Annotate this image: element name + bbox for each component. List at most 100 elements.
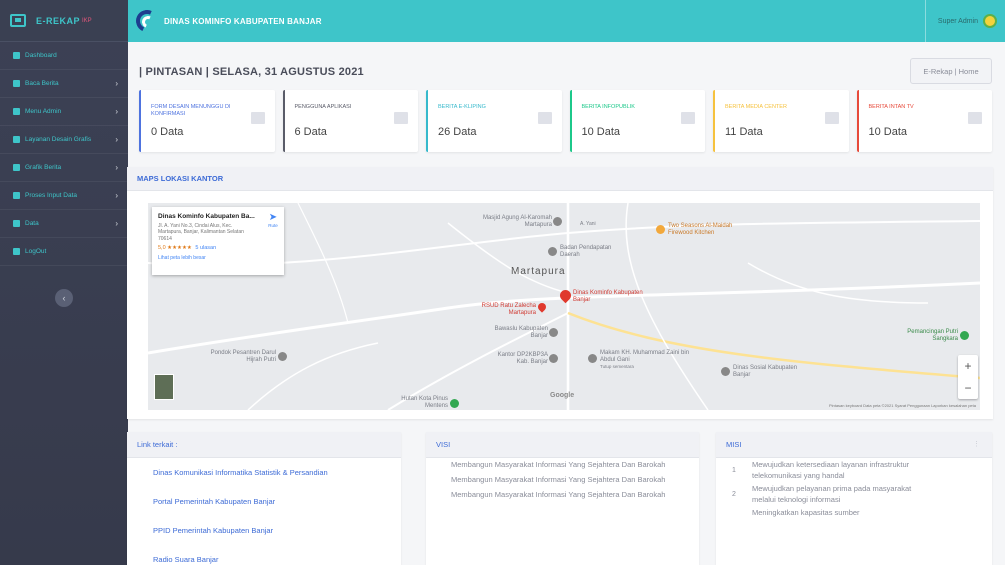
zoom-in-button[interactable]: + bbox=[958, 355, 978, 377]
map-pin-icon[interactable] bbox=[553, 217, 562, 226]
google-logo: Google bbox=[550, 392, 575, 399]
place-title: Dinas Kominfo Kabupaten Ba... bbox=[158, 213, 255, 220]
sidebar-item-grafik-berita[interactable]: Grafik Berita › bbox=[0, 154, 128, 182]
zoom-control: + − bbox=[958, 355, 978, 399]
exchange-icon bbox=[13, 192, 20, 199]
misi-number: 2 bbox=[732, 491, 736, 499]
sidebar-item-layanan-desain[interactable]: Layanan Desain Grafis › bbox=[0, 126, 128, 154]
makam-name: Makam KH. Muhammad Zaini bin Abdul Gani bbox=[600, 350, 690, 364]
link-item[interactable]: Dinas Komunikasi Informatika Statistik &… bbox=[127, 458, 401, 487]
stat-card-label: BERITA MEDIA CENTER bbox=[725, 104, 787, 110]
book-open-icon bbox=[537, 112, 552, 124]
chevron-right-icon: › bbox=[115, 107, 118, 116]
sidebar-item-menu-admin[interactable]: Menu Admin › bbox=[0, 98, 128, 126]
map-label-dinsos: Dinas Sosial Kabupaten Banjar bbox=[733, 365, 798, 379]
map-road-label: A. Yani bbox=[580, 221, 596, 227]
link-item[interactable]: PPID Pemerintah Kabupaten Banjar bbox=[127, 516, 401, 545]
link-item[interactable]: Portal Pemerintah Kabupaten Banjar bbox=[127, 487, 401, 516]
stat-card-media-center[interactable]: BERITA MEDIA CENTER 11 Data bbox=[713, 90, 849, 152]
bar-chart-icon bbox=[13, 164, 20, 171]
avatar bbox=[983, 14, 997, 28]
zoom-out-button[interactable]: − bbox=[958, 377, 978, 399]
links-list: Dinas Komunikasi Informatika Statistik &… bbox=[127, 458, 401, 565]
image-icon bbox=[13, 136, 20, 143]
route-button[interactable]: ➤ Rute bbox=[268, 213, 278, 229]
breadcrumb[interactable]: E-Rekap | Home bbox=[910, 58, 992, 84]
page-title: | PINTASAN | SELASA, 31 AGUSTUS 2021 bbox=[139, 66, 364, 78]
map-pin-icon[interactable] bbox=[588, 354, 597, 363]
folder-icon bbox=[13, 220, 20, 227]
stat-cards: FORM DESAIN MENUNGGU DI KONFIRMASI 0 Dat… bbox=[139, 90, 992, 152]
stat-card-value: 0 Data bbox=[151, 126, 184, 138]
stat-card-infopublik[interactable]: BERITA INFOPUBLIK 10 Data bbox=[569, 90, 705, 152]
map-pin-icon[interactable] bbox=[278, 352, 287, 361]
book-icon bbox=[13, 80, 20, 87]
book-open-icon bbox=[824, 112, 839, 124]
book-open-icon bbox=[681, 112, 695, 124]
sidebar-item-label: Proses Input Data bbox=[25, 192, 78, 199]
map-pin-icon[interactable] bbox=[549, 328, 558, 337]
map-pin-icon[interactable] bbox=[549, 354, 558, 363]
place-rating: 5,0 ★★★★★ 5 ulasan bbox=[158, 245, 278, 251]
book-open-icon bbox=[968, 112, 982, 124]
park-pin-icon[interactable] bbox=[960, 331, 969, 340]
misi-item: 1 Mewujudkan ketersediaan layanan infras… bbox=[716, 458, 992, 482]
user-name: Super Admin bbox=[937, 17, 978, 25]
dashboard-icon bbox=[13, 52, 20, 59]
sidebar-item-dashboard[interactable]: Dashboard bbox=[0, 42, 128, 70]
links-panel: Link terkait : Dinas Komunikasi Informat… bbox=[127, 432, 401, 565]
map-label-pondok: Pondok Pesantren Darul Hijrah Putri bbox=[210, 350, 276, 364]
stat-card-pengguna[interactable]: PENGGUNA APLIKASI 6 Data bbox=[282, 90, 418, 152]
brand-sup: IKP bbox=[82, 17, 92, 24]
restaurant-pin-icon[interactable] bbox=[656, 225, 665, 234]
stat-card-label: PENGGUNA APLIKASI bbox=[294, 104, 352, 110]
sidebar: E-REKAP IKP Dashboard Baca Berita › Menu… bbox=[0, 0, 128, 565]
sidebar-item-proses-input[interactable]: Proses Input Data › bbox=[0, 182, 128, 210]
map-pin-icon[interactable] bbox=[548, 247, 557, 256]
route-label: Rute bbox=[268, 223, 278, 228]
sidebar-item-label: LogOut bbox=[25, 248, 47, 255]
satellite-toggle[interactable] bbox=[154, 374, 174, 400]
stat-card-label: BERITA INTAN TV bbox=[868, 104, 914, 110]
map-pin-icon[interactable] bbox=[721, 367, 730, 376]
misi-panel: MISI ⋮ 1 Mewujudkan ketersediaan layanan… bbox=[716, 432, 992, 565]
stat-card-intan-tv[interactable]: BERITA INTAN TV 10 Data bbox=[856, 90, 992, 152]
topbar: DINAS KOMINFO KABUPATEN BANJAR Super Adm… bbox=[128, 0, 1005, 42]
rating-stars: 5,0 ★★★★★ bbox=[158, 244, 192, 251]
chevron-right-icon: › bbox=[115, 163, 118, 172]
google-map[interactable]: Dinas Kominfo Kabupaten Ba... Jl. A. Yan… bbox=[148, 203, 980, 410]
chevron-right-icon: › bbox=[115, 79, 118, 88]
map-label-kantor: Kantor DP2KBP3A Kab. Banjar bbox=[497, 352, 548, 366]
brand[interactable]: E-REKAP IKP bbox=[0, 0, 128, 42]
sidebar-item-label: Dashboard bbox=[25, 52, 57, 59]
stat-card-label: BERITA E-KLIPING bbox=[438, 104, 486, 110]
sidebar-item-baca-berita[interactable]: Baca Berita › bbox=[0, 70, 128, 98]
map-label-rsud: RSUD Ratu Zalecha Martapura bbox=[481, 303, 536, 317]
chevron-right-icon: › bbox=[115, 135, 118, 144]
link-item[interactable]: Radio Suara Banjar bbox=[127, 545, 401, 565]
stat-card-value: 6 Data bbox=[294, 126, 327, 138]
misi-number: 1 bbox=[732, 467, 736, 475]
map-label-kominfo: Dinas Kominfo Kabupaten Banjar bbox=[573, 290, 643, 304]
sidebar-toggle-button[interactable]: ‹ bbox=[55, 289, 73, 307]
sidebar-item-label: Data bbox=[25, 220, 39, 227]
org-title: DINAS KOMINFO KABUPATEN BANJAR bbox=[164, 16, 322, 26]
sidebar-item-data[interactable]: Data › bbox=[0, 210, 128, 238]
reviews-link[interactable]: 5 ulasan bbox=[195, 245, 216, 251]
stat-card-value: 10 Data bbox=[581, 126, 621, 138]
visi-item: Membangun Masyarakat Informasi Yang Seja… bbox=[451, 460, 666, 469]
misi-text: Mewujudkan ketersediaan layanan infrastr… bbox=[752, 460, 910, 480]
user-menu[interactable]: Super Admin bbox=[924, 0, 1005, 42]
map-label-city: Martapura bbox=[511, 266, 566, 277]
sidebar-item-label: Grafik Berita bbox=[25, 164, 62, 171]
map-attribution[interactable]: Pintasan keyboard Data peta ©2021 Syarat… bbox=[829, 403, 976, 408]
more-dots-icon[interactable]: ⋮ bbox=[973, 440, 980, 448]
stat-card-e-kliping[interactable]: BERITA E-KLIPING 26 Data bbox=[426, 90, 562, 152]
users-icon bbox=[394, 112, 408, 124]
stat-card-value: 10 Data bbox=[868, 126, 908, 138]
park-pin-icon[interactable] bbox=[450, 399, 459, 408]
stat-card-form-desain[interactable]: FORM DESAIN MENUNGGU DI KONFIRMASI 0 Dat… bbox=[139, 90, 275, 152]
sidebar-item-logout[interactable]: LogOut bbox=[0, 238, 128, 266]
monitor-icon bbox=[10, 14, 26, 27]
larger-map-link[interactable]: Lihat peta lebih besar bbox=[158, 255, 278, 261]
